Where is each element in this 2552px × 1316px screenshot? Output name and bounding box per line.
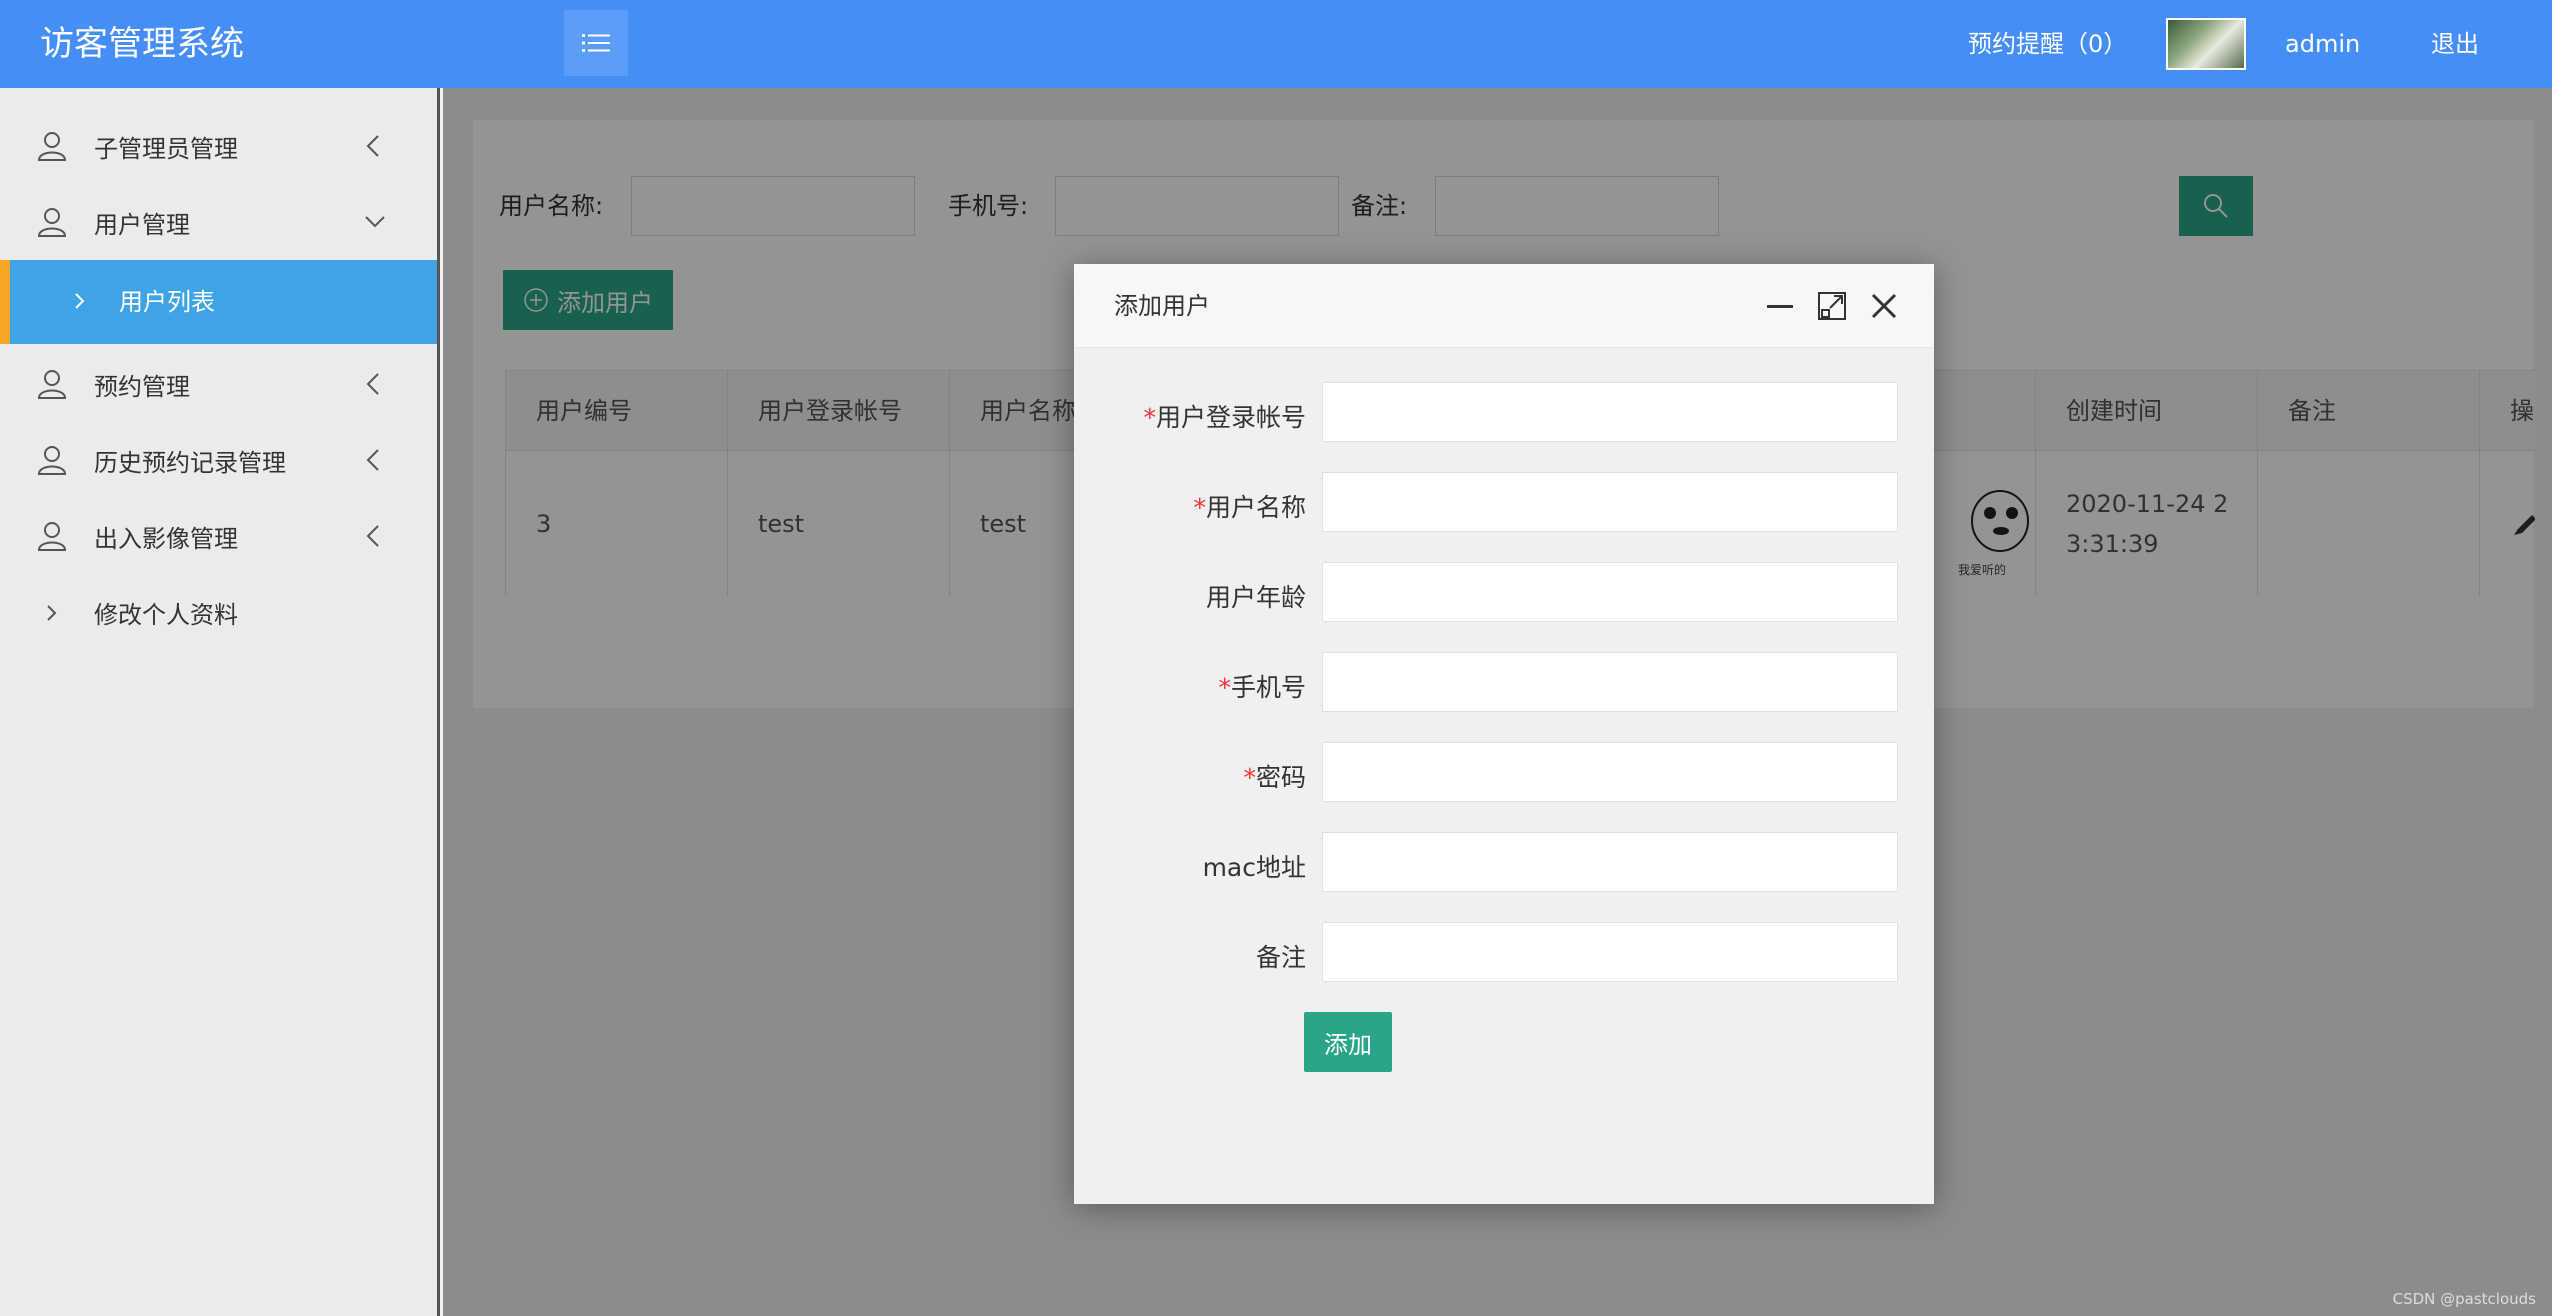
field-label-age: 用户年龄: [1205, 583, 1306, 612]
top-header: 访客管理系统 预约提醒（0） admin 退出: [0, 0, 2552, 88]
sidebar-item-user-management[interactable]: 用户管理: [0, 184, 437, 260]
sidebar-item-images[interactable]: 出入影像管理: [0, 498, 437, 574]
sidebar-item-label: 用户列表: [119, 288, 215, 316]
minimize-icon[interactable]: [1764, 290, 1796, 322]
chevron-left-icon: [366, 373, 379, 395]
required-mark: *: [1193, 493, 1206, 522]
appointment-reminder-link[interactable]: 预约提醒（0）: [1968, 26, 2127, 62]
add-user-dialog: 添加用户 *用户登录帐号 *用户名称 用户年龄 *手机号 *密码 mac地址 备…: [1074, 264, 1934, 1204]
username-label[interactable]: admin: [2285, 26, 2360, 62]
field-label-account: *用户登录帐号: [1086, 400, 1306, 436]
watermark: CSDN @pastclouds: [2392, 1290, 2536, 1308]
user-icon: [37, 522, 67, 551]
sidebar-item-appointments[interactable]: 预约管理: [0, 346, 437, 422]
name-input[interactable]: [1322, 472, 1898, 532]
sidebar-item-label: 修改个人资料: [94, 600, 238, 629]
chevron-left-icon: [366, 525, 379, 547]
sidebar-item-user-list[interactable]: 用户列表: [0, 260, 437, 344]
list-icon: [582, 34, 610, 52]
required-mark: *: [1218, 673, 1231, 702]
remark-input[interactable]: [1322, 922, 1898, 982]
add-submit-button[interactable]: 添加: [1304, 1012, 1392, 1072]
chevron-down-icon: [365, 216, 385, 228]
chevron-left-icon: [366, 135, 379, 157]
field-label-remark: 备注: [1255, 943, 1306, 972]
sidebar-item-label: 出入影像管理: [94, 524, 238, 553]
logout-link[interactable]: 退出: [2431, 26, 2479, 62]
phone-input[interactable]: [1322, 652, 1898, 712]
field-label-text: 用户名称: [1205, 493, 1306, 522]
sidebar-item-history[interactable]: 历史预约记录管理: [0, 422, 437, 498]
user-icon: [37, 132, 67, 161]
password-input[interactable]: [1322, 742, 1898, 802]
sidebar-item-profile[interactable]: 修改个人资料: [0, 574, 437, 650]
menu-toggle-button[interactable]: [564, 10, 628, 76]
sidebar-item-sub-admin[interactable]: 子管理员管理: [0, 108, 437, 184]
account-input[interactable]: [1322, 382, 1898, 442]
chevron-right-icon: [47, 605, 57, 621]
dialog-title: 添加用户: [1114, 292, 1210, 320]
required-mark: *: [1143, 403, 1156, 432]
sidebar-item-label: 预约管理: [94, 372, 190, 401]
field-label-text: 密码: [1255, 763, 1306, 792]
sidebar-item-label: 历史预约记录管理: [94, 448, 286, 477]
sidebar-item-label: 子管理员管理: [94, 134, 238, 163]
age-input[interactable]: [1322, 562, 1898, 622]
field-label-phone: *手机号: [1086, 670, 1306, 706]
user-icon: [37, 208, 67, 237]
dialog-header: 添加用户: [1074, 264, 1934, 348]
chevron-left-icon: [366, 449, 379, 471]
field-label-text: 手机号: [1230, 673, 1306, 702]
close-icon[interactable]: [1868, 290, 1900, 322]
avatar[interactable]: [2166, 18, 2246, 70]
sidebar-item-label: 用户管理: [94, 210, 190, 239]
field-label-mac: mac地址: [1202, 853, 1306, 882]
app-title: 访客管理系统: [40, 24, 244, 64]
user-icon: [37, 446, 67, 475]
maximize-icon[interactable]: [1816, 290, 1848, 322]
user-icon: [37, 370, 67, 399]
sidebar: 子管理员管理 用户管理 用户列表 预约管理 历史预约记录管理 出入影像管理 修改…: [0, 88, 440, 1316]
field-label-text: 用户登录帐号: [1155, 403, 1306, 432]
mac-address-input[interactable]: [1322, 832, 1898, 892]
field-label-password: *密码: [1086, 760, 1306, 796]
chevron-right-icon: [75, 293, 85, 309]
field-label-name: *用户名称: [1086, 490, 1306, 526]
required-mark: *: [1243, 763, 1256, 792]
